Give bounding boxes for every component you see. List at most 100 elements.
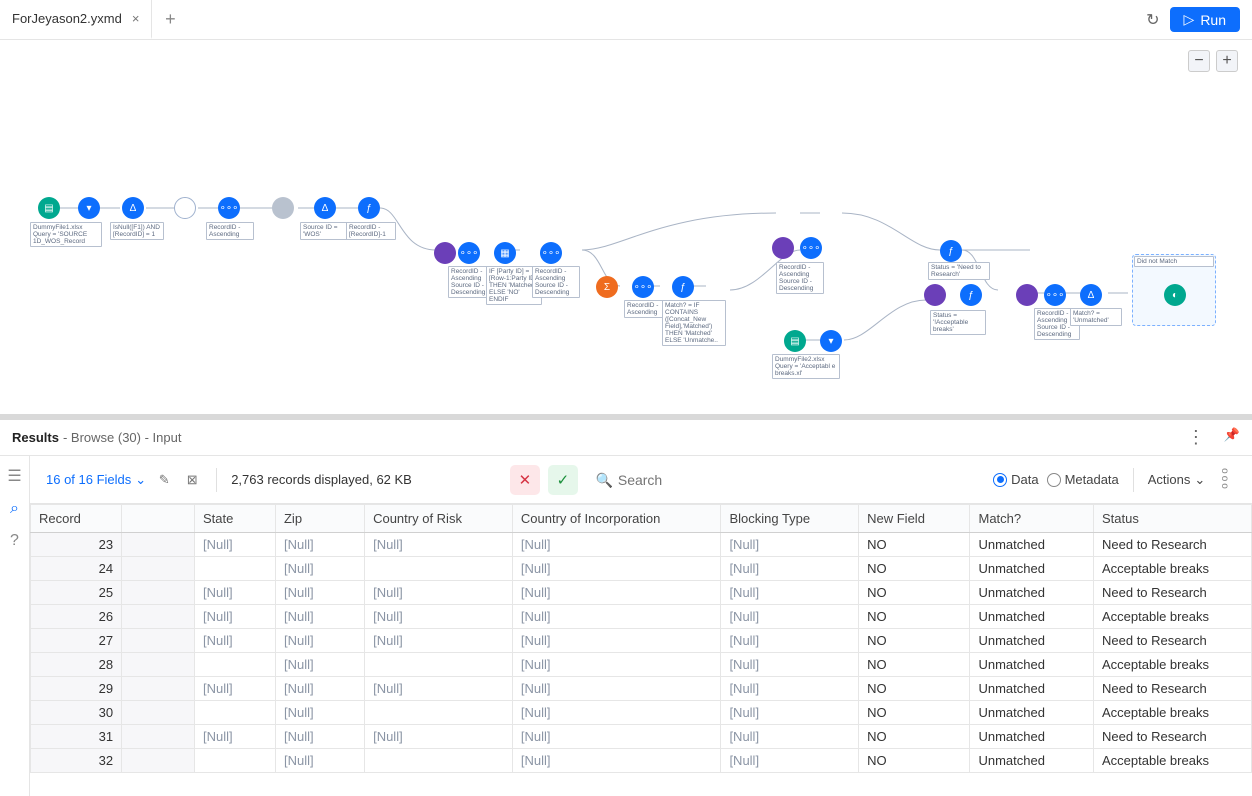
node-label: Match? = IF CONTAINS ([Concat_New Field]… [662, 300, 726, 346]
summarize-tool[interactable]: Σ [596, 276, 618, 298]
tab-workflow[interactable]: ForJeyason2.yxmd × [0, 0, 152, 39]
pin-icon[interactable]: 📌 [1224, 427, 1240, 448]
filter-tool[interactable] [174, 197, 196, 219]
sort-tool[interactable]: ∘∘∘ [218, 197, 240, 219]
formula-tool[interactable]: ƒ [960, 284, 982, 306]
table-row[interactable]: 28[Null][Null][Null]NOUnmatchedAcceptabl… [31, 653, 1252, 677]
filter-invalid-button[interactable]: ✕ [510, 465, 540, 495]
node-label: RecordID - Ascending Source ID - Descend… [532, 266, 580, 298]
tool[interactable] [272, 197, 294, 219]
play-icon: ▷ [1184, 11, 1195, 28]
col-country-inc[interactable]: Country of Incorporation [512, 505, 721, 533]
list-icon[interactable]: ☰ [7, 466, 21, 486]
node-label: RecordID - Ascending Source ID - Descend… [776, 262, 824, 294]
sort-tool[interactable]: ∘∘∘ [800, 237, 822, 259]
fields-label: 16 of 16 Fields [46, 472, 131, 487]
edit-icon[interactable]: ✎ [154, 470, 174, 490]
col-zip[interactable]: Zip [275, 505, 364, 533]
help-icon[interactable]: ? [10, 532, 19, 550]
filter-valid-button[interactable]: ✓ [548, 465, 578, 495]
table-row[interactable]: 26[Null][Null][Null][Null][Null]NOUnmatc… [31, 605, 1252, 629]
table-header-row: Record State Zip Country of Risk Country… [31, 505, 1252, 533]
search-icon: 🔍 [596, 472, 613, 489]
col-state[interactable]: State [195, 505, 276, 533]
results-sidebar: ☰ ⌕ ? [0, 456, 30, 796]
node-label: RecordID - [RecordID]-1 [346, 222, 396, 240]
table-row[interactable]: 24[Null][Null][Null]NOUnmatchedAcceptabl… [31, 557, 1252, 581]
input-tool[interactable]: ▤ [784, 330, 806, 352]
node-label: RecordID - Ascending [206, 222, 254, 240]
results-toolbar: 16 of 16 Fields ⌄ ✎ ⊠ 2,763 records disp… [30, 456, 1252, 504]
formula-tool[interactable]: Δ [122, 197, 144, 219]
tab-label: ForJeyason2.yxmd [12, 11, 122, 26]
actions-dropdown[interactable]: Actions ⌄ [1148, 472, 1206, 488]
sort-tool[interactable]: ∘∘∘ [458, 242, 480, 264]
table-row[interactable]: 25[Null][Null][Null][Null][Null]NOUnmatc… [31, 581, 1252, 605]
add-tab-button[interactable]: + [152, 9, 188, 30]
results-table-wrap[interactable]: Record State Zip Country of Risk Country… [30, 504, 1252, 796]
join-tool[interactable] [772, 237, 794, 259]
formula-tool[interactable]: ƒ [940, 240, 962, 262]
chevron-down-icon: ⌄ [1194, 472, 1205, 488]
run-button[interactable]: ▷ Run [1170, 7, 1240, 32]
table-row[interactable]: 31[Null][Null][Null][Null][Null]NOUnmatc… [31, 725, 1252, 749]
records-summary: 2,763 records displayed, 62 KB [231, 472, 412, 487]
tab-bar: ForJeyason2.yxmd × + ↻ ▷ Run [0, 0, 1252, 40]
sort-tool[interactable]: ∘∘∘ [1044, 284, 1066, 306]
results-header: Results - Browse (30) - Input ⋮ 📌 [0, 420, 1252, 456]
chevron-down-icon: ⌄ [135, 472, 146, 488]
table-row[interactable]: 30[Null][Null][Null]NOUnmatchedAcceptabl… [31, 701, 1252, 725]
sort-tool[interactable]: ∘∘∘ [540, 242, 562, 264]
col-blocking-type[interactable]: Blocking Type [721, 505, 859, 533]
sort-tool[interactable]: ∘∘∘ [632, 276, 654, 298]
close-icon[interactable]: × [132, 11, 140, 26]
run-label: Run [1200, 12, 1226, 28]
fields-dropdown[interactable]: 16 of 16 Fields ⌄ [46, 472, 146, 488]
node-label: DummyFile2.xlsx Query = 'Acceptabl e bre… [772, 354, 840, 379]
node-label: Status = 'Need to Research' [928, 262, 990, 280]
results-table: Record State Zip Country of Risk Country… [30, 504, 1252, 773]
history-icon[interactable]: ↻ [1146, 10, 1159, 30]
table-row[interactable]: 27[Null][Null][Null][Null][Null]NOUnmatc… [31, 629, 1252, 653]
col-country-risk[interactable]: Country of Risk [365, 505, 513, 533]
join-tool[interactable] [924, 284, 946, 306]
node-label: IsNull([F1]) AND [RecordID] = 1 [110, 222, 164, 240]
col-record[interactable]: Record [31, 505, 122, 533]
node-label: Status = '!Acceptable breaks' [930, 310, 986, 335]
kebab-icon[interactable]: ⋮ [1187, 427, 1206, 448]
join-tool[interactable] [434, 242, 456, 264]
node-label: Match? = 'Unmatched' [1070, 308, 1122, 326]
node-label: Source ID = 'WOS' [300, 222, 350, 240]
col-marker[interactable] [122, 505, 195, 533]
view-data-radio[interactable]: Data [993, 472, 1038, 487]
formula-tool[interactable]: Δ [314, 197, 336, 219]
formula-tool[interactable]: ƒ [358, 197, 380, 219]
select-tool[interactable]: ▾ [820, 330, 842, 352]
union-tool[interactable] [1016, 284, 1038, 306]
table-row[interactable]: 23[Null][Null][Null][Null][Null]NOUnmatc… [31, 533, 1252, 557]
workflow-connections [0, 40, 1252, 420]
formula-tool[interactable]: ƒ [672, 276, 694, 298]
more-icon[interactable]: ooo [1219, 468, 1230, 491]
results-title: Results [12, 430, 59, 445]
col-status[interactable]: Status [1094, 505, 1252, 533]
view-metadata-radio[interactable]: Metadata [1047, 472, 1119, 487]
table-row[interactable]: 32[Null][Null][Null]NOUnmatchedAcceptabl… [31, 749, 1252, 773]
binoculars-icon[interactable]: ⌕ [10, 500, 19, 518]
col-match[interactable]: Match? [970, 505, 1094, 533]
workflow-canvas[interactable]: − + ▤ ▾ DummyFile1.xlsx Query = 'SOURCE … [0, 40, 1252, 420]
search-field[interactable]: 🔍 [592, 466, 832, 494]
input-tool[interactable]: ▤ [38, 197, 60, 219]
table-row[interactable]: 29[Null][Null][Null][Null][Null]NOUnmatc… [31, 677, 1252, 701]
browse-tool[interactable]: ◐ [1164, 284, 1186, 306]
col-new-field[interactable]: New Field [859, 505, 970, 533]
container-label: Did not Match [1134, 256, 1214, 267]
select-tool[interactable]: ▾ [78, 197, 100, 219]
node-label: DummyFile1.xlsx Query = 'SOURCE 1D_WOS_R… [30, 222, 102, 247]
results-pane: ☰ ⌕ ? 16 of 16 Fields ⌄ ✎ ⊠ 2,763 record… [0, 456, 1252, 796]
multi-row-tool[interactable]: ▦ [494, 242, 516, 264]
results-subtitle: - Browse (30) - Input [63, 430, 182, 445]
formula-tool[interactable]: Δ [1080, 284, 1102, 306]
search-input[interactable] [592, 466, 832, 494]
deselect-icon[interactable]: ⊠ [182, 470, 202, 490]
